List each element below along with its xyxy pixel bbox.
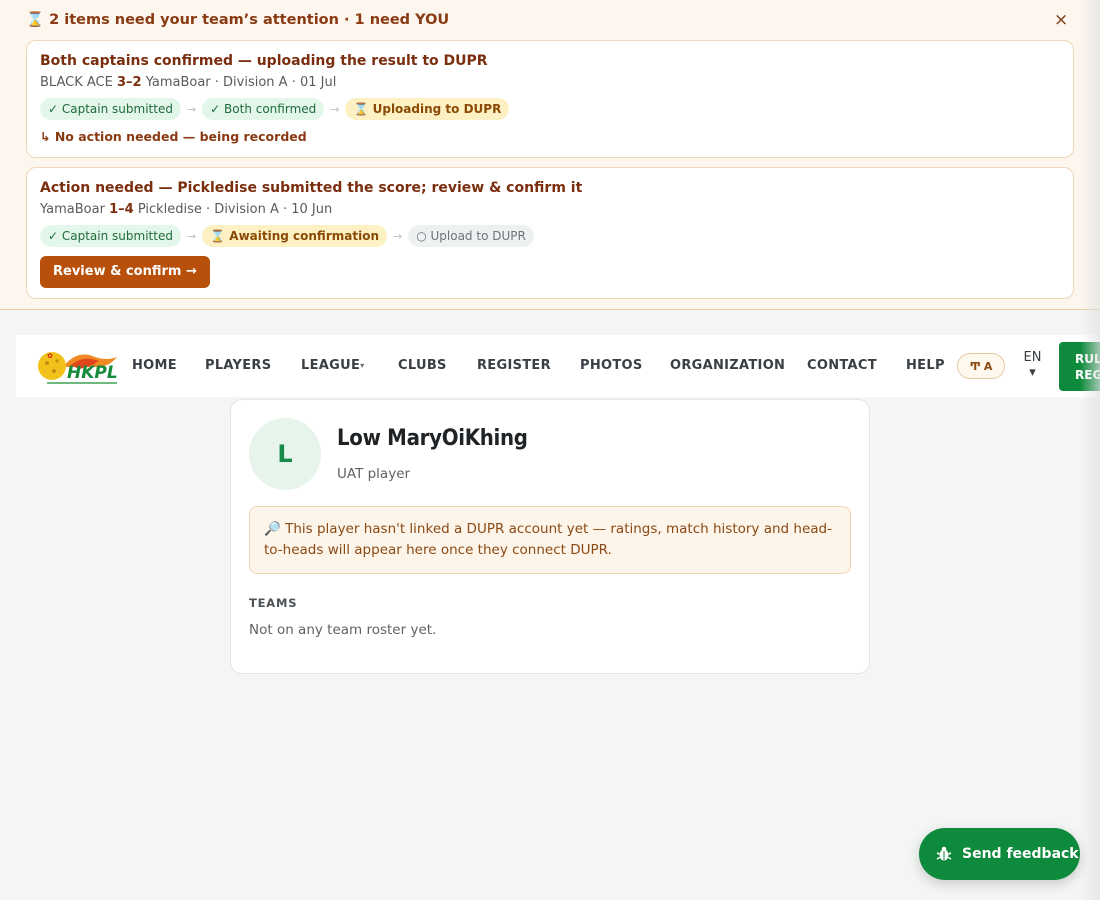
chevron-down-icon: ▾ (360, 361, 365, 370)
send-feedback-label: Send feedback (962, 846, 1079, 862)
match-card-note: ↳ No action needed — being recorded (40, 129, 307, 144)
logo-text: HKPL (67, 363, 118, 383)
team-a: YamaBoar (40, 202, 105, 217)
player-subtitle: UAT player (337, 466, 411, 482)
language-label: EN (1023, 350, 1042, 365)
text-size-toggle[interactable]: Ͳ A (957, 353, 1005, 379)
text-size-label: A (983, 359, 993, 373)
step-arrow: → (330, 102, 340, 116)
send-feedback-button[interactable]: Send feedback (919, 828, 1080, 880)
teams-empty-text: Not on any team roster yet. (249, 622, 437, 638)
step-upload-dupr: ○ Upload to DUPR (408, 225, 534, 247)
team-a: BLACK ACE (40, 75, 113, 90)
step-captain-submitted: ✓ Captain submitted (40, 225, 181, 247)
nav-help[interactable]: HELP (906, 358, 945, 373)
team-b: Pickledise (137, 202, 202, 217)
player-profile-card: L Low MaryOiKhing UAT player 🔎 This play… (230, 399, 870, 674)
step-uploading-dupr: ⌛ Uploading to DUPR (345, 98, 510, 120)
nav-register[interactable]: REGISTER (477, 358, 551, 373)
match-card-action-needed: Action needed — Pickledise submitted the… (26, 167, 1074, 299)
svg-text:✿: ✿ (47, 352, 53, 360)
teams-heading: TEAMS (249, 596, 298, 610)
close-icon[interactable]: × (1054, 11, 1068, 29)
nav-contact[interactable]: CONTACT (807, 358, 877, 373)
dupr-notice: 🔎 This player hasn't linked a DUPR accou… (249, 506, 851, 574)
step-awaiting-confirmation: ⌛ Awaiting confirmation (202, 225, 387, 247)
language-selector[interactable]: EN ▾ (1016, 350, 1049, 380)
match-info: · Division A · 10 Jun (206, 202, 333, 217)
match-card-recording: Both captains confirmed — uploading the … (26, 40, 1074, 158)
rules-regs-button[interactable]: RULES REGS (1059, 342, 1100, 391)
hkpl-logo[interactable]: ✿ HKPL (33, 345, 119, 387)
regs-label: REGS (1075, 368, 1100, 382)
rules-label: RULES (1075, 352, 1100, 366)
match-card-meta: YamaBoar 1–4 Pickledise · Division A · 1… (40, 202, 332, 217)
avatar: L (249, 418, 321, 490)
match-card-title: Action needed — Pickledise submitted the… (40, 180, 583, 196)
match-score: 3–2 (116, 75, 142, 90)
player-name: Low MaryOiKhing (337, 426, 528, 451)
nav-photos[interactable]: PHOTOS (580, 358, 643, 373)
match-progress-steps: ✓ Captain submitted → ✓ Both confirmed →… (40, 98, 510, 120)
text-size-icon: Ͳ (969, 359, 981, 373)
nav-league-label: LEAGUE (301, 358, 361, 373)
nav-league[interactable]: LEAGUE▾ (301, 358, 364, 373)
nav-players[interactable]: PLAYERS (205, 358, 271, 373)
match-card-title: Both captains confirmed — uploading the … (40, 53, 488, 69)
nav-home[interactable]: HOME (132, 358, 177, 373)
step-captain-submitted: ✓ Captain submitted (40, 98, 181, 120)
nav-organization[interactable]: ORGANIZATION (670, 358, 785, 373)
chevron-down-icon: ▾ (1029, 365, 1036, 380)
main-nav: ✿ HKPL HOME PLAYERS LEAGUE▾ CLUBS REGIST… (16, 335, 1100, 397)
match-progress-steps: ✓ Captain submitted → ⌛ Awaiting confirm… (40, 225, 534, 247)
nav-clubs[interactable]: CLUBS (398, 358, 447, 373)
match-card-meta: BLACK ACE 3–2 YamaBoar · Division A · 01… (40, 75, 336, 90)
step-both-confirmed: ✓ Both confirmed (202, 98, 325, 120)
step-arrow: → (186, 229, 197, 243)
match-score: 1–4 (109, 202, 134, 217)
team-b: YamaBoar (145, 75, 211, 90)
attention-banner: ⌛ 2 items need your team’s attention · 1… (0, 0, 1100, 310)
match-info: · Division A · 01 Jul (214, 75, 337, 90)
review-confirm-button[interactable]: Review & confirm → (40, 256, 210, 288)
bug-icon (936, 846, 952, 861)
step-arrow: → (393, 229, 403, 243)
attention-banner-title: ⌛ 2 items need your team’s attention · 1… (26, 12, 450, 28)
step-arrow: → (186, 102, 197, 116)
